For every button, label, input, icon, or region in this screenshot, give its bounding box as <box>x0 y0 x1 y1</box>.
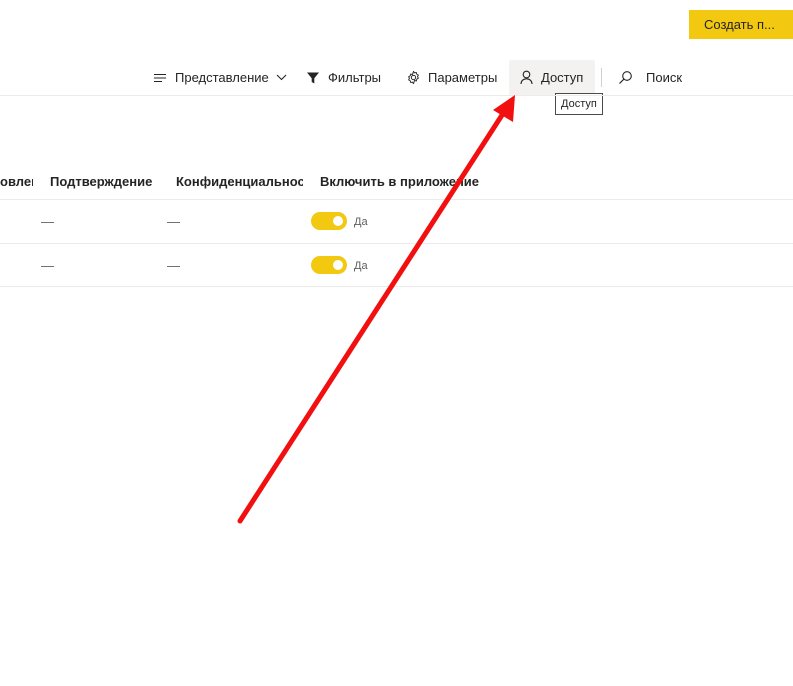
toolbar: Представление Фильтры Параметры Доступ П… <box>0 60 793 95</box>
filters-button[interactable]: Фильтры <box>305 60 381 95</box>
endorsement-cell: — <box>41 258 54 273</box>
include-in-app-label: Да <box>354 259 368 272</box>
access-button[interactable]: Доступ <box>509 60 595 95</box>
column-header-sensitivity[interactable]: Конфиденциальность <box>176 163 303 199</box>
column-header-endorsement[interactable]: Подтверждение <box>50 163 152 199</box>
gear-icon <box>405 70 421 86</box>
arrow-head <box>493 95 515 122</box>
table-header: овлен Подтверждение Конфиденциальность В… <box>0 163 793 199</box>
sensitivity-cell: — <box>167 258 180 273</box>
toolbar-divider <box>0 95 793 96</box>
person-icon <box>518 70 534 86</box>
search-icon <box>617 70 633 86</box>
access-tooltip: Доступ <box>555 93 603 115</box>
column-header-updated[interactable]: овлен <box>0 163 33 199</box>
settings-label: Параметры <box>428 70 498 85</box>
filter-icon <box>305 70 321 86</box>
table-row: — — Да <box>0 199 793 243</box>
search-box[interactable]: Поиск <box>617 60 682 95</box>
sensitivity-cell: — <box>167 214 180 229</box>
create-button-label: Создать п... <box>704 17 775 32</box>
create-button[interactable]: Создать п... <box>689 10 793 39</box>
include-in-app-toggle[interactable] <box>311 256 347 274</box>
include-in-app-label: Да <box>354 215 368 228</box>
view-label: Представление <box>175 70 269 85</box>
toggle-knob <box>333 216 343 226</box>
search-placeholder: Поиск <box>646 70 683 85</box>
view-button[interactable]: Представление <box>152 60 287 95</box>
tooltip-text: Доступ <box>561 98 597 110</box>
filters-label: Фильтры <box>328 70 382 85</box>
settings-button[interactable]: Параметры <box>405 60 497 95</box>
toolbar-separator <box>601 68 602 87</box>
annotation-arrow <box>237 95 515 524</box>
include-in-app-toggle[interactable] <box>311 212 347 230</box>
access-label: Доступ <box>541 70 584 85</box>
toggle-knob <box>333 260 343 270</box>
endorsement-cell: — <box>41 214 54 229</box>
chevron-down-icon <box>276 74 287 81</box>
lines-icon <box>152 70 168 86</box>
column-header-include-in-app[interactable]: Включить в приложение <box>320 163 479 199</box>
table-row: — — Да <box>0 243 793 287</box>
